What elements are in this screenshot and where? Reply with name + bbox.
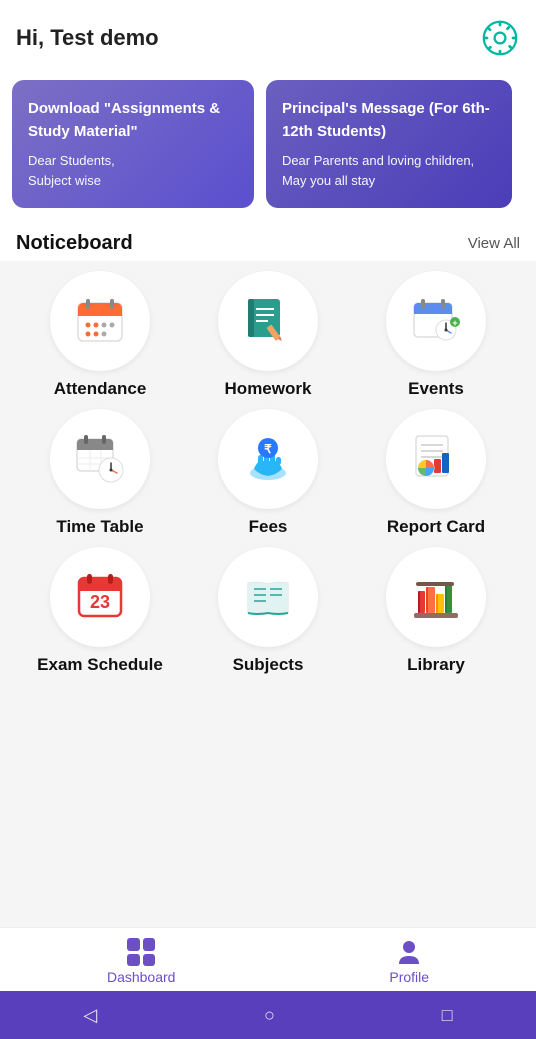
dashboard-icon [127,938,155,966]
examschedule-label: Exam Schedule [37,655,163,675]
system-nav: ◁ ○ □ [0,991,536,1039]
header: Hi, Test demo [0,0,536,70]
banner-carousel: Download "Assignments & Study Material" … [0,70,536,218]
timetable-icon [72,431,128,487]
banner-2-body: Dear Parents and loving children, [282,151,496,171]
subjects-label: Subjects [233,655,304,675]
homework-icon [240,293,296,349]
svg-text:₹: ₹ [264,442,272,456]
fees-icon: ₹ [240,431,296,487]
attendance-label: Attendance [54,379,147,399]
banner-2-sub: May you all stay [282,171,496,191]
banner-1-body: Dear Students, [28,151,238,171]
profile-nav-label: Profile [389,969,429,985]
fees-icon-circle: ₹ [218,409,318,509]
reportcard-label: Report Card [387,517,485,537]
banner-2-title: Principal's Message (For 6th-12th Studen… [282,98,496,143]
noticeboard-bar: Noticeboard View All [0,218,536,261]
subjects-icon [240,569,296,625]
gear-icon [482,20,518,56]
grid-row-1: Attendance Homework [16,271,520,399]
svg-text:+: + [452,318,457,328]
homework-label: Homework [225,379,312,399]
dashboard-nav-label: Dashboard [107,969,176,985]
back-button[interactable]: ◁ [83,1005,97,1026]
bottom-nav: Dashboard Profile [0,927,536,991]
svg-text:23: 23 [90,592,110,612]
library-item[interactable]: Library [366,547,506,675]
fees-item[interactable]: ₹ Fees [198,409,338,537]
events-item[interactable]: + Events [366,271,506,399]
attendance-icon [72,293,128,349]
examschedule-icon-circle: 23 [50,547,150,647]
examschedule-item[interactable]: 23 Exam Schedule [30,547,170,675]
view-all-button[interactable]: View All [468,235,520,252]
attendance-item[interactable]: Attendance [30,271,170,399]
library-label: Library [407,655,465,675]
library-icon-circle [386,547,486,647]
grid-row-3: 23 Exam Schedule [16,547,520,675]
nav-profile[interactable]: Profile [389,938,429,985]
banner-card-1[interactable]: Download "Assignments & Study Material" … [12,80,254,208]
noticeboard-label: Noticeboard [16,232,133,255]
features-grid: Attendance Homework [0,261,536,675]
banner-1-sub: Subject wise [28,171,238,191]
home-button[interactable]: ○ [264,1005,275,1026]
reportcard-icon [408,431,464,487]
fees-label: Fees [249,517,288,537]
events-label: Events [408,379,464,399]
timetable-label: Time Table [56,517,143,537]
examschedule-icon: 23 [72,569,128,625]
timetable-icon-circle [50,409,150,509]
reportcard-item[interactable]: Report Card [366,409,506,537]
recent-button[interactable]: □ [442,1005,453,1026]
banner-1-title: Download "Assignments & Study Material" [28,98,238,143]
homework-icon-circle [218,271,318,371]
banner-card-2[interactable]: Principal's Message (For 6th-12th Studen… [266,80,512,208]
reportcard-icon-circle [386,409,486,509]
library-icon [408,569,464,625]
settings-button[interactable] [480,18,520,58]
homework-item[interactable]: Homework [198,271,338,399]
profile-icon [395,938,423,966]
events-icon: + [408,293,464,349]
header-greeting: Hi, Test demo [16,25,159,51]
events-icon-circle: + [386,271,486,371]
grid-row-2: Time Table ₹ Fees [16,409,520,537]
nav-dashboard[interactable]: Dashboard [107,938,176,985]
timetable-item[interactable]: Time Table [30,409,170,537]
subjects-icon-circle [218,547,318,647]
attendance-icon-circle [50,271,150,371]
subjects-item[interactable]: Subjects [198,547,338,675]
